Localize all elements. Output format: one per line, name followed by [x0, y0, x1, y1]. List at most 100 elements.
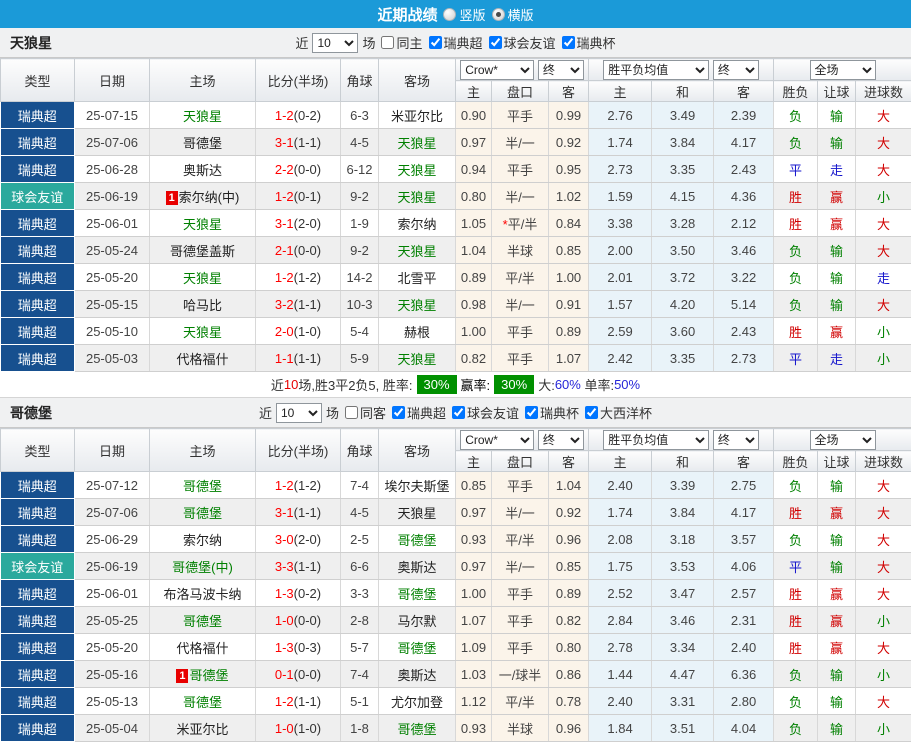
result-cell: 负 [773, 471, 819, 499]
league-checkbox[interactable] [488, 36, 502, 49]
handicap-cell: 半/一 [491, 128, 549, 156]
league-filter[interactable]: 瑞典杯 [523, 403, 579, 422]
league-label: 瑞典杯 [540, 406, 580, 421]
radio-vertical-icon[interactable] [443, 7, 457, 21]
avg-draw-cell: 3.53 [651, 552, 715, 580]
league-checkbox[interactable] [452, 406, 465, 419]
home-team-cell: 哥德堡(中) [149, 552, 256, 580]
title-bar: 近期战绩 竖版 横版 [0, 0, 911, 28]
home-team-cell: 哥德堡 [149, 606, 256, 634]
avg-select[interactable]: 胜平负均值 [603, 59, 710, 80]
match-row: 瑞典超 25-06-01 天狼星 3-1(2-0) 1-9 索尔纳 1.05 *平/半 0.84… [0, 209, 911, 237]
handicap-result-cell: 走 [817, 155, 857, 183]
summary-text: 60% [554, 377, 581, 392]
radio-vertical[interactable]: 竖版 [443, 5, 486, 24]
avg-home-cell: 2.59 [588, 317, 653, 345]
league-filter[interactable]: 瑞典杯 [560, 33, 616, 52]
avg-away-cell: 2.75 [713, 471, 775, 499]
goals-result-cell: 大 [855, 633, 911, 661]
avg-select[interactable]: 胜平负均值 [603, 429, 710, 450]
handicap-result-cell: 赢 [817, 498, 857, 526]
odds-home-cell: 1.00 [455, 317, 492, 345]
league-checkbox[interactable] [428, 36, 442, 49]
radio-horizontal[interactable]: 横版 [491, 5, 534, 24]
score-cell: 1-1(1-1) [255, 344, 341, 372]
match-count-select[interactable]: 10 [275, 402, 322, 423]
sub-column-header: 客 [713, 450, 775, 472]
league-type-cell: 瑞典超 [0, 498, 75, 526]
column-header: 客场 [378, 428, 456, 472]
corner-cell: 6-6 [340, 552, 379, 580]
odds-stage-select[interactable]: 终 [537, 429, 584, 450]
corner-cell: 2-5 [340, 525, 379, 553]
corner-cell: 7-4 [340, 471, 379, 499]
league-type-cell: 瑞典超 [0, 579, 75, 607]
scope-select[interactable]: 全场 [809, 429, 876, 450]
avg-away-cell: 5.14 [713, 290, 775, 318]
column-header: 客场 [378, 58, 456, 102]
match-count-select[interactable]: 10 [312, 32, 359, 53]
league-checkbox[interactable] [561, 36, 575, 49]
home-team-name: 米亚尔比 [176, 721, 229, 737]
radio-horizontal-icon[interactable] [491, 7, 505, 21]
sub-column-header: 客 [713, 80, 775, 102]
score-cell: 1-2(0-1) [255, 182, 341, 210]
goals-result-cell: 小 [855, 317, 911, 345]
radio-vertical-label[interactable]: 竖版 [459, 5, 485, 24]
odds-away-cell: 0.85 [548, 236, 590, 264]
home-team-cell: 哥德堡 [149, 687, 256, 715]
handicap-result-cell: 赢 [817, 317, 857, 345]
league-filter[interactable]: 球会友谊 [487, 33, 556, 52]
date-cell: 25-05-25 [74, 606, 150, 634]
league-filter[interactable]: 球会友谊 [450, 403, 519, 422]
league-filter[interactable]: 瑞典超 [390, 403, 446, 422]
same-venue-filter[interactable]: 同客 [343, 403, 386, 422]
result-cell: 负 [773, 290, 819, 318]
odds-home-cell: 0.90 [455, 101, 492, 129]
corner-cell: 6-3 [340, 101, 379, 129]
odds-home-cell: 0.97 [455, 552, 492, 580]
odds-stage-select[interactable]: 终 [537, 59, 584, 80]
avg-home-cell: 1.74 [588, 128, 653, 156]
score-cell: 2-2(0-0) [255, 155, 341, 183]
same-venue-checkbox[interactable] [381, 36, 395, 49]
bookmaker-select[interactable]: Crow* [460, 59, 535, 80]
avg-stage-select[interactable]: 终 [712, 59, 759, 80]
odds-home-cell: 0.94 [455, 155, 492, 183]
handicap-text: 平手 [506, 108, 533, 124]
avg-home-cell: 1.57 [588, 290, 653, 318]
odds-away-cell: 0.95 [548, 155, 590, 183]
away-team-cell: 埃尔夫斯堡 [378, 471, 456, 499]
league-type-cell: 瑞典超 [0, 606, 75, 634]
fulltime-score: 1-2 [274, 188, 294, 204]
away-team-cell: 索尔纳 [378, 209, 456, 237]
league-filter[interactable]: 大西洋杯 [583, 403, 652, 422]
bookmaker-select[interactable]: Crow* [460, 429, 535, 450]
scope-select[interactable]: 全场 [809, 59, 876, 80]
league-label: 球会友谊 [503, 36, 556, 51]
avg-away-cell: 2.80 [713, 687, 775, 715]
same-venue-checkbox[interactable] [344, 406, 358, 419]
score-cell: 3-1(2-0) [255, 209, 341, 237]
league-checkbox[interactable] [391, 406, 405, 419]
avg-home-cell: 2.40 [588, 687, 653, 715]
sub-column-header: 主 [455, 450, 492, 472]
radio-horizontal-label[interactable]: 横版 [508, 5, 534, 24]
goals-result-cell: 大 [855, 525, 911, 553]
away-team-name: 天狼星 [397, 135, 437, 151]
handicap-result-cell: 输 [817, 552, 857, 580]
fulltime-score: 2-2 [274, 161, 294, 177]
away-team-name: 奥斯达 [397, 667, 437, 683]
corner-cell: 5-9 [340, 344, 379, 372]
match-row: 瑞典超 25-05-03 代格福什 1-1(1-1) 5-9 天狼星 0.82 平手 1.07 2… [0, 344, 911, 372]
date-cell: 25-06-29 [74, 525, 150, 553]
same-venue-filter[interactable]: 同主 [379, 33, 423, 52]
league-checkbox[interactable] [585, 406, 599, 419]
league-checkbox[interactable] [525, 406, 539, 419]
avg-draw-cell: 3.84 [651, 128, 715, 156]
away-team-cell: 哥德堡 [378, 525, 456, 553]
league-filter[interactable]: 瑞典超 [427, 33, 483, 52]
sub-column-header: 主 [455, 80, 492, 102]
odds-home-cell: 1.12 [455, 687, 492, 715]
avg-stage-select[interactable]: 终 [712, 429, 759, 450]
